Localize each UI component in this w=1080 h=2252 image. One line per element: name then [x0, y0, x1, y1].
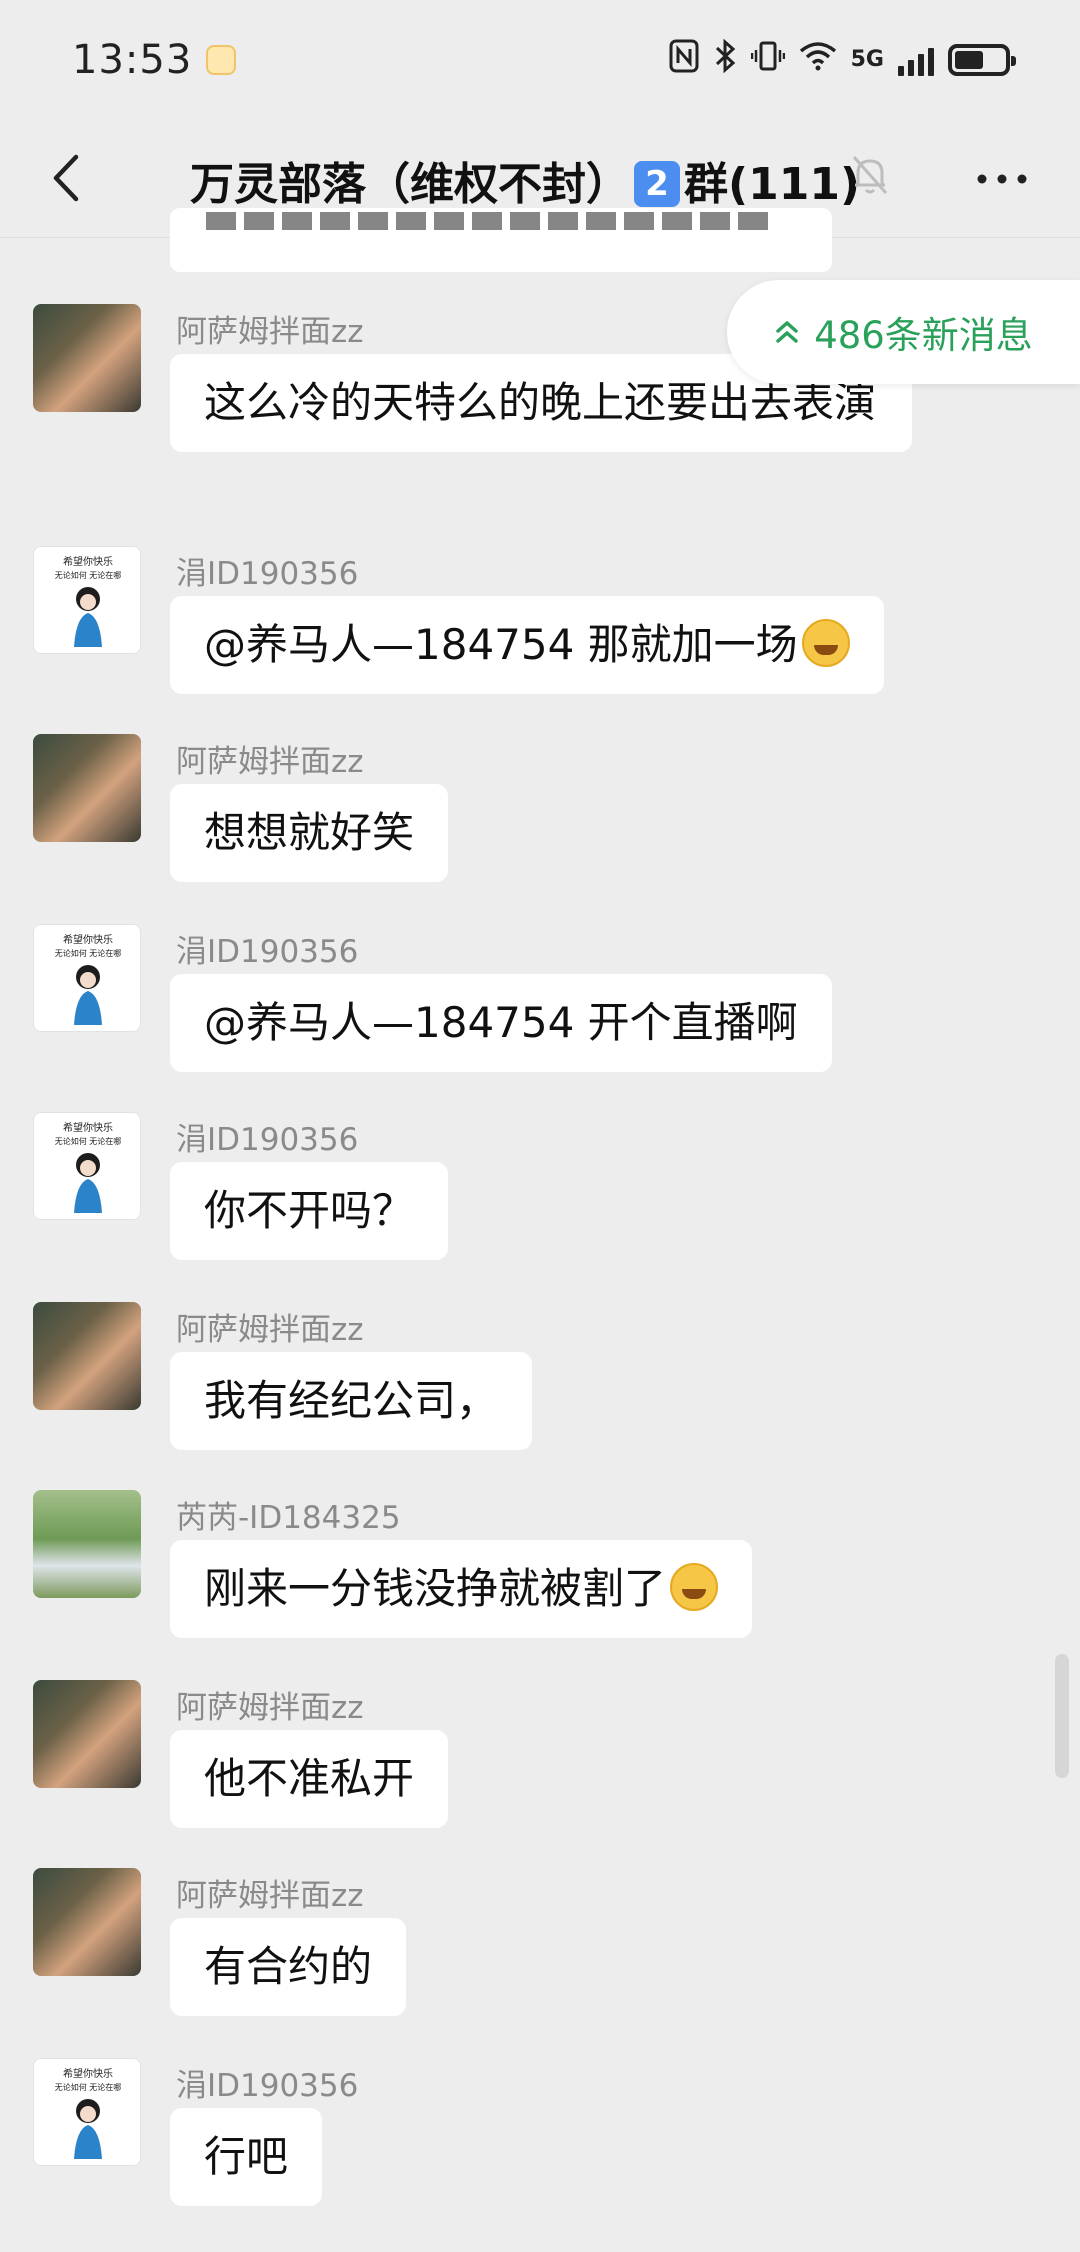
avatar-girl-illustration: 希望你快乐 无论如何 无论在哪: [55, 1121, 122, 1213]
avatar[interactable]: [33, 304, 141, 412]
sender-name: 芮芮-ID184325: [176, 1500, 401, 1536]
double-chevron-up-icon: [776, 321, 798, 343]
chevron-left-icon: [53, 154, 79, 202]
status-time: 13:53: [72, 37, 237, 83]
avatar[interactable]: 希望你快乐 无论如何 无论在哪: [33, 2058, 141, 2166]
laughing-crying-emoji-icon: [670, 1563, 719, 1611]
status-time-text: 13:53: [72, 37, 193, 83]
sender-name: 阿萨姆拌面zz: [176, 314, 364, 350]
vibrate-icon: [750, 39, 785, 82]
group-title-suffix: 群(111): [684, 159, 861, 210]
svg-text:无论如何 无论在哪: 无论如何 无论在哪: [55, 570, 122, 580]
bell-off-icon: [850, 153, 890, 201]
avatar-girl-illustration: 希望你快乐 无论如何 无论在哪: [55, 555, 122, 647]
message-bubble-partial[interactable]: [170, 208, 832, 272]
back-button[interactable]: [38, 150, 94, 206]
sender-name: 阿萨姆拌面zz: [176, 744, 364, 780]
group-title-prefix: 万灵部落（维权不封）: [190, 159, 630, 210]
message-bubble[interactable]: 我有经纪公司，: [170, 1352, 533, 1450]
avatar[interactable]: 希望你快乐 无论如何 无论在哪: [33, 924, 141, 1032]
svg-text:无论如何 无论在哪: 无论如何 无论在哪: [55, 2082, 122, 2092]
sender-name: 阿萨姆拌面zz: [176, 1878, 364, 1914]
avatar-girl-illustration: 希望你快乐 无论如何 无论在哪: [55, 2067, 122, 2159]
message-bubble[interactable]: 你不开吗？: [170, 1162, 449, 1260]
svg-text:希望你快乐: 希望你快乐: [63, 1121, 113, 1134]
laughing-crying-emoji-icon: [801, 619, 850, 667]
sender-name: 涓ID190356: [176, 934, 359, 970]
wifi-icon: [799, 40, 837, 80]
more-icon: [977, 174, 1027, 184]
message-bubble[interactable]: @养马人—184754 那就加一场: [170, 596, 884, 694]
sender-name: 阿萨姆拌面zz: [176, 1312, 364, 1348]
more-button[interactable]: [972, 154, 1032, 204]
svg-text:希望你快乐: 希望你快乐: [63, 555, 113, 568]
avatar[interactable]: 希望你快乐 无论如何 无论在哪: [33, 1112, 141, 1220]
system-icons: 5G: [669, 38, 1016, 82]
avatar[interactable]: [33, 1302, 141, 1410]
bluetooth-icon: [713, 38, 737, 82]
chat-messages[interactable]: 阿萨姆拌面zz 这么冷的天特么的晚上还要出去表演 希望你快乐 无论如何 无论在哪…: [0, 208, 1080, 2252]
message-text: @养马人—184754 那就加一场: [204, 620, 798, 669]
nfc-icon: [669, 39, 699, 82]
message-bubble[interactable]: 行吧: [170, 2108, 323, 2206]
scrollbar-handle[interactable]: [1055, 1654, 1069, 1778]
svg-text:希望你快乐: 希望你快乐: [63, 933, 113, 946]
message-bubble[interactable]: 他不准私开: [170, 1730, 449, 1828]
message-bubble[interactable]: 有合约的: [170, 1918, 407, 2016]
message-text: 刚来一分钱没挣就被割了: [204, 1564, 667, 1613]
message-bubble[interactable]: @养马人—184754 开个直播啊: [170, 974, 832, 1072]
new-messages-button[interactable]: 486条新消息: [727, 280, 1080, 384]
sender-name: 阿萨姆拌面zz: [176, 1690, 364, 1726]
group-number-badge: 2: [634, 161, 680, 207]
avatar[interactable]: [33, 734, 141, 842]
sender-name: 涓ID190356: [176, 2068, 359, 2104]
new-messages-label: 486条新消息: [814, 314, 1033, 357]
sender-name: 涓ID190356: [176, 1122, 359, 1158]
avatar-girl-illustration: 希望你快乐 无论如何 无论在哪: [55, 933, 122, 1025]
svg-text:无论如何 无论在哪: 无论如何 无论在哪: [55, 948, 122, 958]
svg-text:无论如何 无论在哪: 无论如何 无论在哪: [55, 1136, 122, 1146]
signal-icon: [898, 44, 934, 76]
avatar[interactable]: 希望你快乐 无论如何 无论在哪: [33, 546, 141, 654]
battery-icon: [948, 44, 1016, 76]
svg-text:希望你快乐: 希望你快乐: [63, 2067, 113, 2080]
sender-name: 涓ID190356: [176, 556, 359, 592]
avatar[interactable]: [33, 1868, 141, 1976]
status-notification-icon: [206, 45, 237, 75]
message-bubble[interactable]: 想想就好笑: [170, 784, 449, 882]
avatar[interactable]: [33, 1490, 141, 1598]
message-bubble[interactable]: 刚来一分钱没挣就被割了: [170, 1540, 753, 1638]
status-bar: 13:53 5G: [0, 0, 1080, 120]
avatar[interactable]: [33, 1680, 141, 1788]
battery-fill: [955, 51, 983, 69]
network-type: 5G: [850, 47, 884, 72]
group-title[interactable]: 万灵部落（维权不封） 2 群(111): [190, 148, 860, 213]
